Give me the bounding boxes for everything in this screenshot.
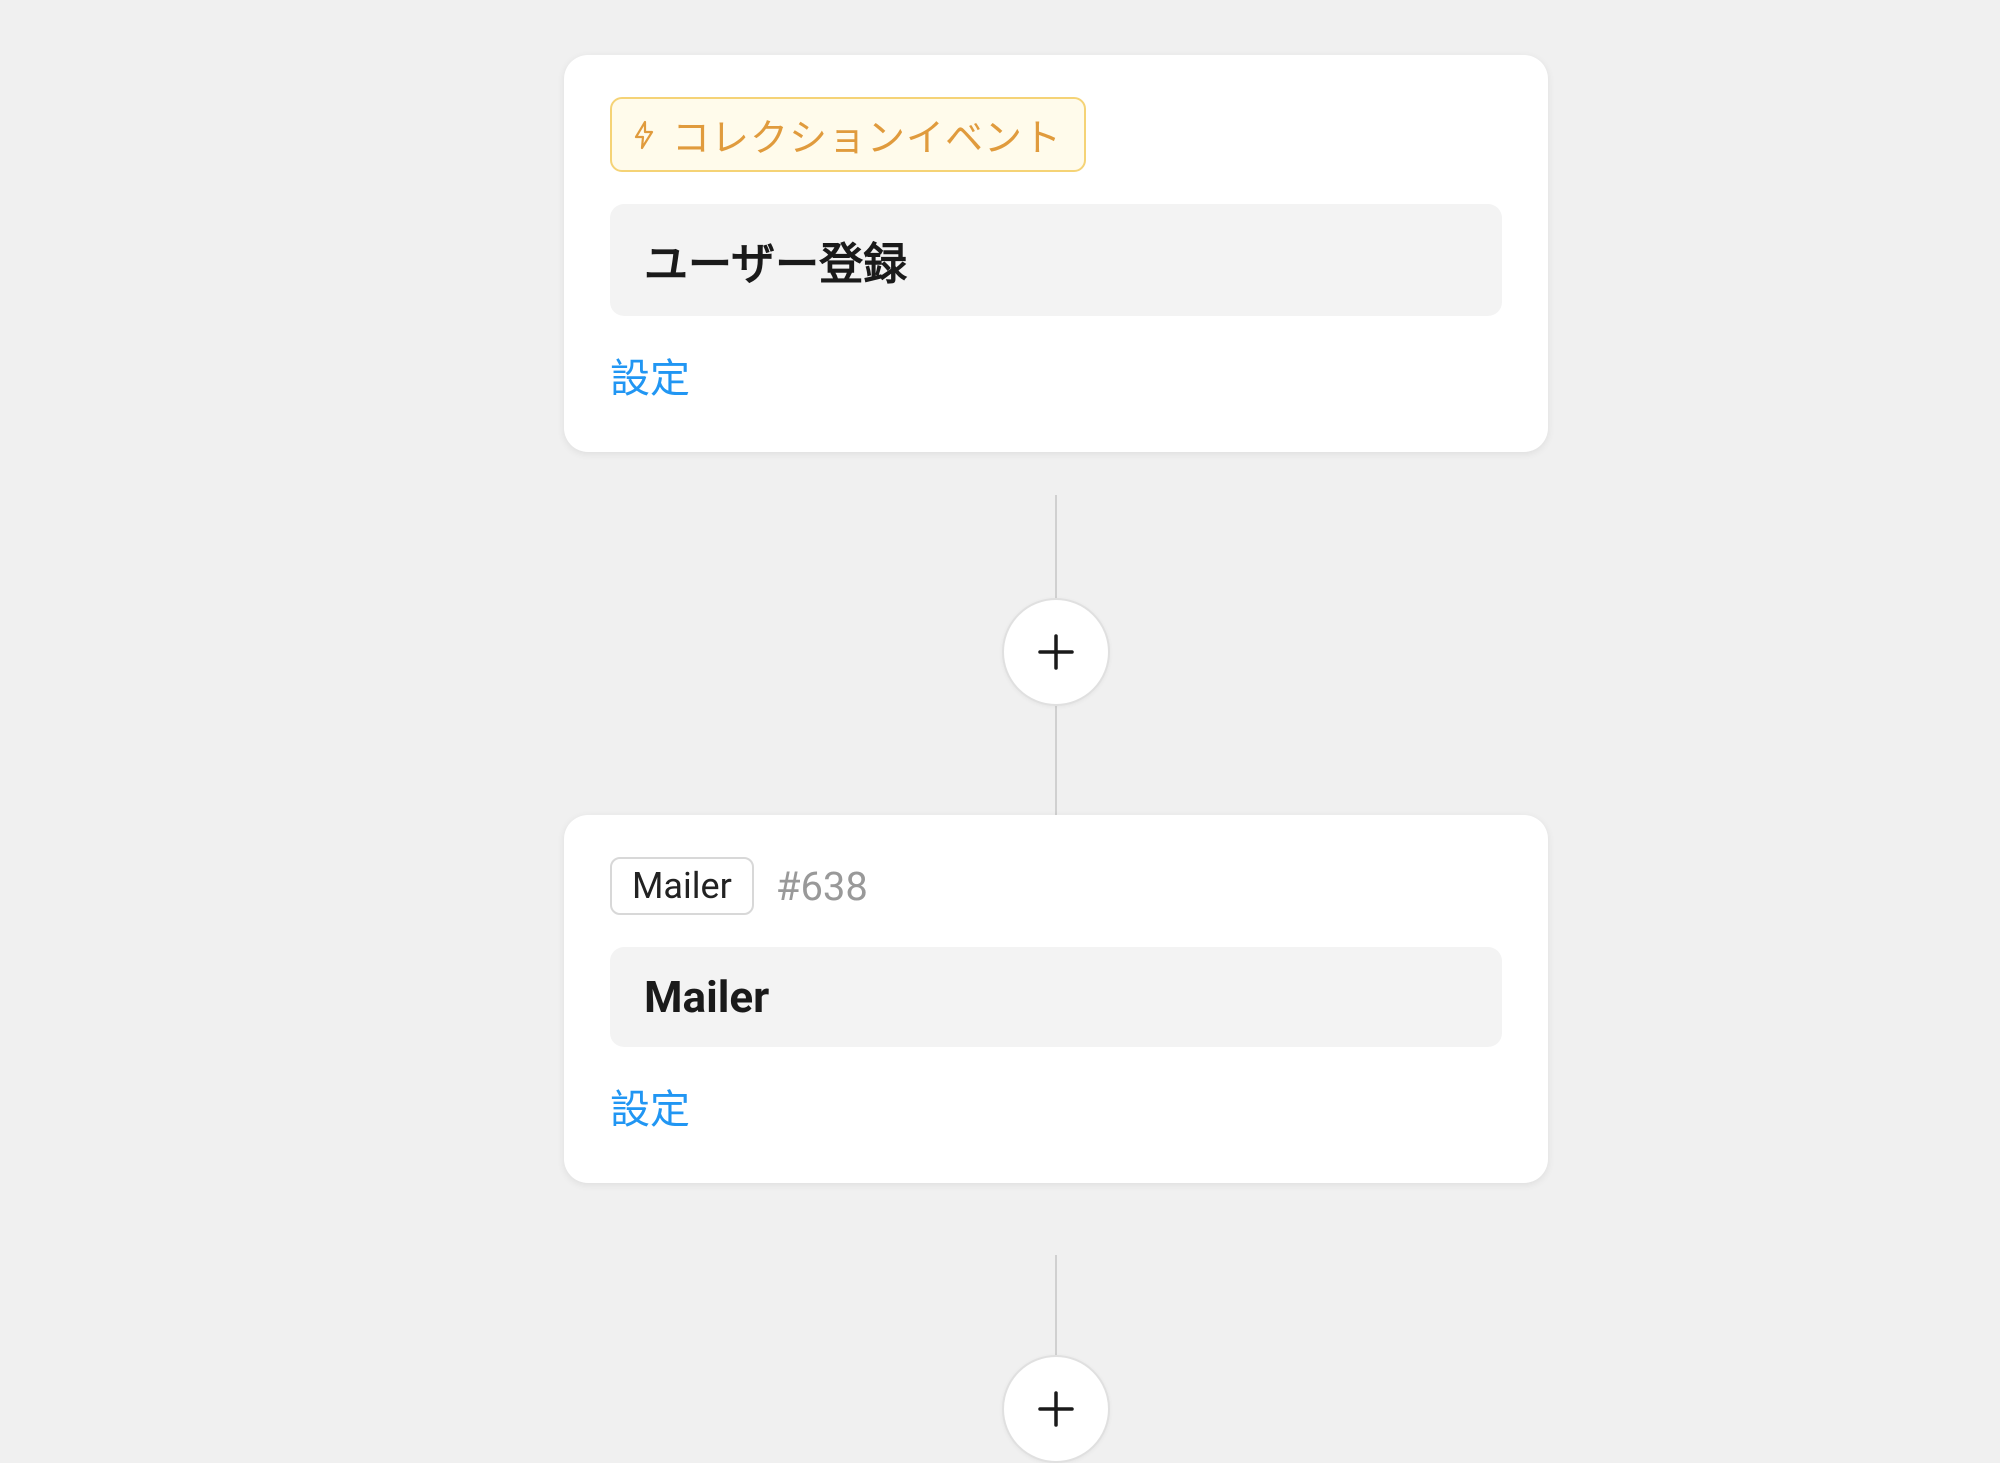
settings-link[interactable]: 設定 bbox=[610, 346, 690, 404]
event-badge: コレクションイベント bbox=[610, 97, 1086, 172]
add-step-button[interactable] bbox=[1002, 598, 1110, 706]
action-id: #638 bbox=[776, 863, 868, 910]
node-title: ユーザー登録 bbox=[644, 228, 1468, 292]
workflow-canvas: コレクションイベント ユーザー登録 設定 Mailer #638 Mailer … bbox=[0, 0, 2000, 1407]
action-type-badge: Mailer bbox=[610, 857, 754, 915]
badge-row: Mailer #638 bbox=[610, 857, 1502, 915]
node-title-box: ユーザー登録 bbox=[610, 204, 1502, 316]
workflow-node-action[interactable]: Mailer #638 Mailer 設定 bbox=[564, 815, 1548, 1183]
plus-icon bbox=[1034, 1387, 1078, 1431]
plus-icon bbox=[1034, 630, 1078, 674]
node-title-box: Mailer bbox=[610, 947, 1502, 1047]
workflow-node-trigger[interactable]: コレクションイベント ユーザー登録 設定 bbox=[564, 55, 1548, 452]
event-badge-label: コレクションイベント bbox=[672, 107, 1062, 162]
settings-link[interactable]: 設定 bbox=[610, 1077, 690, 1135]
add-step-button[interactable] bbox=[1002, 1355, 1110, 1463]
bolt-icon bbox=[630, 118, 658, 152]
node-title: Mailer bbox=[644, 971, 1468, 1023]
